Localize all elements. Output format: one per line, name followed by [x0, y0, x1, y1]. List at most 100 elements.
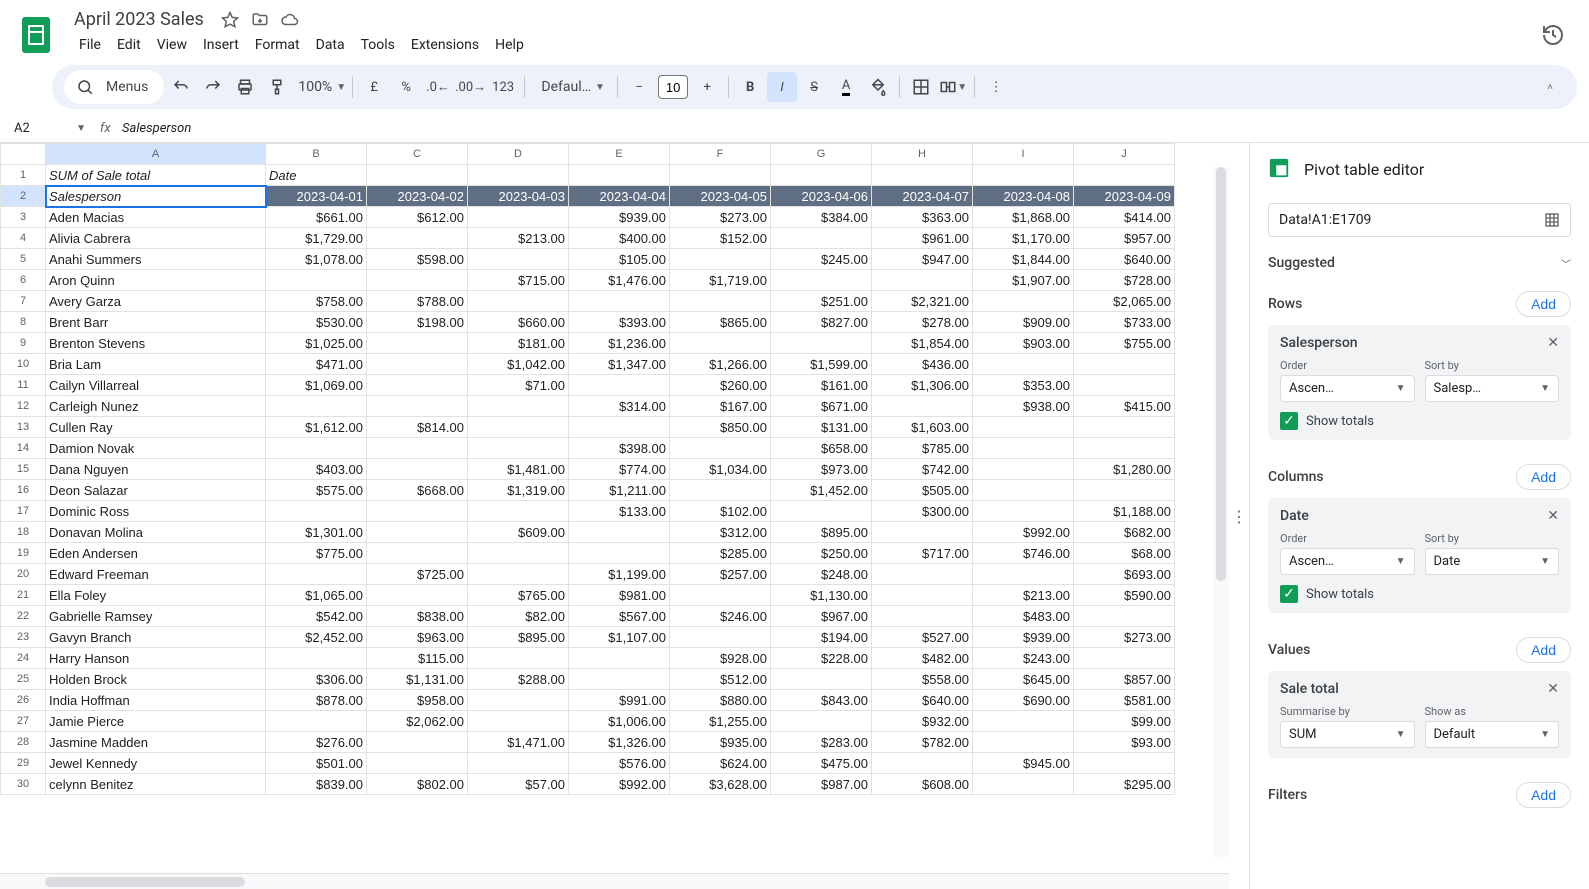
- cell[interactable]: $403.00: [266, 459, 367, 480]
- cell[interactable]: $755.00: [1074, 333, 1175, 354]
- cell[interactable]: $1,347.00: [569, 354, 670, 375]
- cloud-status-icon[interactable]: [280, 10, 300, 30]
- summarise-select[interactable]: SUM▼: [1280, 721, 1415, 748]
- cell[interactable]: $1,131.00: [367, 669, 468, 690]
- cell[interactable]: $1,907.00: [973, 270, 1074, 291]
- row-header[interactable]: 24: [1, 648, 46, 669]
- cell[interactable]: [367, 228, 468, 249]
- cell[interactable]: [569, 417, 670, 438]
- cell[interactable]: Anahi Summers: [46, 249, 266, 270]
- cell[interactable]: $725.00: [367, 564, 468, 585]
- cell[interactable]: [569, 165, 670, 186]
- cell[interactable]: $353.00: [973, 375, 1074, 396]
- cell[interactable]: $102.00: [670, 501, 771, 522]
- cell[interactable]: [771, 711, 872, 732]
- currency-icon[interactable]: £: [359, 72, 389, 102]
- cell[interactable]: $961.00: [872, 228, 973, 249]
- cell[interactable]: [973, 417, 1074, 438]
- cell[interactable]: $1,301.00: [266, 522, 367, 543]
- redo-icon[interactable]: [198, 72, 228, 102]
- cell[interactable]: $967.00: [771, 606, 872, 627]
- history-icon[interactable]: [1533, 15, 1573, 55]
- close-icon[interactable]: ✕: [1547, 508, 1559, 524]
- cell[interactable]: [468, 711, 569, 732]
- cell[interactable]: Jasmine Madden: [46, 732, 266, 753]
- cell[interactable]: $640.00: [1074, 249, 1175, 270]
- cell[interactable]: $393.00: [569, 312, 670, 333]
- cell[interactable]: [872, 522, 973, 543]
- cell[interactable]: $1,603.00: [872, 417, 973, 438]
- cell[interactable]: [468, 165, 569, 186]
- cell[interactable]: $1,078.00: [266, 249, 367, 270]
- row-header[interactable]: 29: [1, 753, 46, 774]
- cell[interactable]: $115.00: [367, 648, 468, 669]
- menu-view[interactable]: View: [150, 33, 194, 57]
- cell[interactable]: $640.00: [872, 690, 973, 711]
- cell[interactable]: [569, 291, 670, 312]
- cell[interactable]: $939.00: [569, 207, 670, 228]
- cell[interactable]: $1,236.00: [569, 333, 670, 354]
- cell[interactable]: [266, 438, 367, 459]
- cell[interactable]: [973, 459, 1074, 480]
- cell[interactable]: $660.00: [468, 312, 569, 333]
- print-icon[interactable]: [230, 72, 260, 102]
- cell[interactable]: [1074, 480, 1175, 501]
- col-header-E[interactable]: E: [569, 144, 670, 165]
- horizontal-scrollbar[interactable]: [0, 873, 1229, 889]
- cell[interactable]: $733.00: [1074, 312, 1175, 333]
- cell[interactable]: [670, 480, 771, 501]
- cell[interactable]: $276.00: [266, 732, 367, 753]
- borders-icon[interactable]: [906, 72, 936, 102]
- cell[interactable]: 2023-04-09: [1074, 186, 1175, 207]
- cell[interactable]: [569, 648, 670, 669]
- cell[interactable]: $928.00: [670, 648, 771, 669]
- cell[interactable]: [771, 228, 872, 249]
- cell[interactable]: [670, 438, 771, 459]
- cell[interactable]: $746.00: [973, 543, 1074, 564]
- sheets-logo[interactable]: [16, 15, 56, 55]
- col-header-J[interactable]: J: [1074, 144, 1175, 165]
- row-header[interactable]: 14: [1, 438, 46, 459]
- cell[interactable]: Holden Brock: [46, 669, 266, 690]
- name-box[interactable]: A2▼: [8, 121, 92, 136]
- cell[interactable]: $99.00: [1074, 711, 1175, 732]
- cell[interactable]: $2,062.00: [367, 711, 468, 732]
- cell[interactable]: [1074, 165, 1175, 186]
- strikethrough-icon[interactable]: S: [799, 72, 829, 102]
- cell[interactable]: [367, 375, 468, 396]
- cell[interactable]: [771, 669, 872, 690]
- cell[interactable]: $131.00: [771, 417, 872, 438]
- cell[interactable]: $68.00: [1074, 543, 1175, 564]
- cell[interactable]: $645.00: [973, 669, 1074, 690]
- cell[interactable]: $992.00: [973, 522, 1074, 543]
- cell[interactable]: [468, 648, 569, 669]
- cell[interactable]: $991.00: [569, 690, 670, 711]
- cell[interactable]: $624.00: [670, 753, 771, 774]
- col-header-B[interactable]: B: [266, 144, 367, 165]
- cell[interactable]: [468, 249, 569, 270]
- cell[interactable]: [367, 354, 468, 375]
- close-icon[interactable]: ✕: [1547, 335, 1559, 351]
- cell[interactable]: $1,844.00: [973, 249, 1074, 270]
- cell[interactable]: $1,326.00: [569, 732, 670, 753]
- cell[interactable]: [1074, 354, 1175, 375]
- cell[interactable]: $1,188.00: [1074, 501, 1175, 522]
- cell[interactable]: $152.00: [670, 228, 771, 249]
- row-header[interactable]: 22: [1, 606, 46, 627]
- cell[interactable]: $283.00: [771, 732, 872, 753]
- cell[interactable]: [266, 270, 367, 291]
- cell[interactable]: $213.00: [973, 585, 1074, 606]
- cell[interactable]: $1,107.00: [569, 627, 670, 648]
- cell[interactable]: 2023-04-02: [367, 186, 468, 207]
- cell[interactable]: $802.00: [367, 774, 468, 795]
- move-folder-icon[interactable]: [250, 10, 270, 30]
- col-totals-checkbox[interactable]: ✓: [1280, 585, 1298, 603]
- cell[interactable]: $161.00: [771, 375, 872, 396]
- cell[interactable]: $827.00: [771, 312, 872, 333]
- cell[interactable]: [670, 291, 771, 312]
- cell[interactable]: [670, 627, 771, 648]
- cell[interactable]: $198.00: [367, 312, 468, 333]
- row-header[interactable]: 8: [1, 312, 46, 333]
- cell[interactable]: $939.00: [973, 627, 1074, 648]
- cell[interactable]: $285.00: [670, 543, 771, 564]
